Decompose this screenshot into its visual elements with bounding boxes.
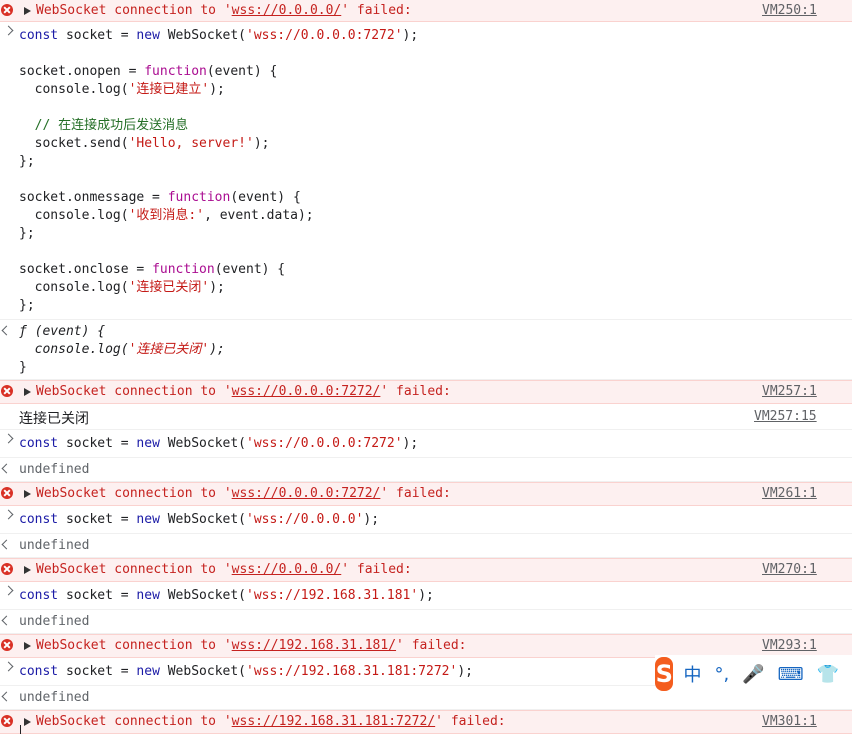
console-input-entry: const socket = new WebSocket('wss://0.0.…	[0, 22, 852, 320]
source-link[interactable]: VM293:1	[762, 638, 817, 653]
source-link[interactable]: VM250:1	[762, 3, 817, 18]
output-value: undefined	[19, 614, 90, 629]
error-icon	[1, 4, 13, 16]
console-output-entry: undefined	[0, 534, 852, 558]
console-output-entry: undefined	[0, 458, 852, 482]
keyboard-icon[interactable]: ⌨	[778, 664, 804, 685]
source-link[interactable]: VM301:1	[762, 714, 817, 729]
expand-triangle-icon[interactable]	[24, 388, 31, 396]
error-text: WebSocket connection to 'wss://192.168.3…	[36, 714, 506, 729]
code-line: const socket = new WebSocket('wss://192.…	[19, 588, 434, 603]
source-link[interactable]: VM270:1	[762, 562, 817, 577]
error-message-row: WebSocket connection to 'wss://0.0.0.0/'…	[0, 558, 852, 582]
console-output-entry: undefined	[0, 610, 852, 634]
output-value: undefined	[19, 462, 90, 477]
log-text: 连接已关闭	[19, 411, 89, 427]
sogou-logo-icon[interactable]: S	[655, 657, 674, 691]
error-text: WebSocket connection to 'wss://0.0.0.0:7…	[36, 486, 451, 501]
error-message-row: WebSocket connection to 'wss://0.0.0.0/'…	[0, 0, 852, 22]
expand-triangle-icon[interactable]	[24, 7, 31, 15]
expand-triangle-icon[interactable]	[24, 642, 31, 650]
console-panel: WebSocket connection to 'wss://0.0.0.0/'…	[0, 0, 852, 734]
error-text: WebSocket connection to 'wss://0.0.0.0:7…	[36, 384, 451, 399]
expand-triangle-icon[interactable]	[24, 566, 31, 574]
output-value: undefined	[19, 538, 90, 553]
console-prompt-cursor[interactable]	[20, 725, 21, 734]
code-line: const socket = new WebSocket('wss://0.0.…	[19, 436, 419, 451]
chinese-mode-toggle[interactable]: 中	[683, 661, 701, 687]
error-icon	[1, 385, 13, 397]
ime-toolbar: S 中 °, 🎤 ⌨ 👕	[655, 655, 852, 693]
skin-shirt-icon[interactable]: 👕	[817, 664, 839, 685]
error-text: WebSocket connection to 'wss://0.0.0.0/'…	[36, 562, 412, 577]
expand-triangle-icon[interactable]	[24, 490, 31, 498]
error-icon	[1, 639, 13, 651]
console-input-entry: const socket = new WebSocket('wss://0.0.…	[0, 430, 852, 458]
error-text: WebSocket connection to 'wss://0.0.0.0/'…	[36, 3, 412, 18]
console-input-entry: const socket = new WebSocket('wss://0.0.…	[0, 506, 852, 534]
source-link[interactable]: VM257:1	[762, 384, 817, 399]
microphone-icon[interactable]: 🎤	[742, 664, 764, 685]
source-link[interactable]: VM261:1	[762, 486, 817, 501]
console-log-row: 连接已关闭 VM257:15	[0, 404, 852, 430]
error-icon	[1, 487, 13, 499]
error-icon	[1, 715, 13, 727]
expand-triangle-icon[interactable]	[24, 718, 31, 726]
error-message-row: WebSocket connection to 'wss://192.168.3…	[0, 710, 852, 734]
console-input-entry: const socket = new WebSocket('wss://192.…	[0, 582, 852, 610]
code-line: const socket = new WebSocket('wss://0.0.…	[19, 512, 380, 527]
source-link[interactable]: VM257:15	[754, 409, 817, 424]
error-icon	[1, 563, 13, 575]
console-output-entry: ƒ (event) { console.log('连接已关闭'); }	[0, 320, 852, 380]
error-message-row: WebSocket connection to 'wss://0.0.0.0:7…	[0, 380, 852, 404]
error-message-row: WebSocket connection to 'wss://0.0.0.0:7…	[0, 482, 852, 506]
punctuation-toggle[interactable]: °,	[714, 664, 729, 685]
error-text: WebSocket connection to 'wss://192.168.3…	[36, 638, 467, 653]
code-block: const socket = new WebSocket('wss://0.0.…	[19, 28, 419, 313]
function-output[interactable]: ƒ (event) { console.log('连接已关闭'); }	[0, 320, 852, 379]
